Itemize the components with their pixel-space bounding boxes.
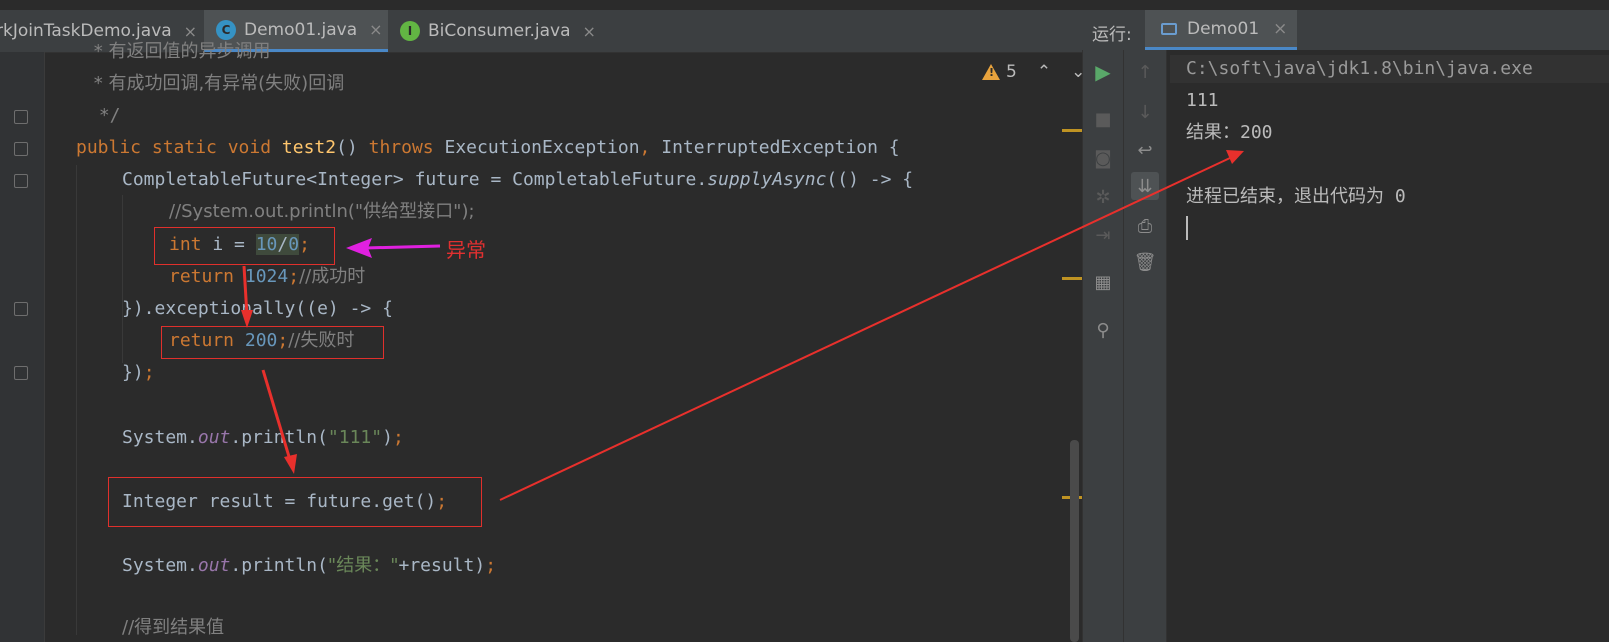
warning-icon xyxy=(982,64,1000,80)
class-c-icon: C xyxy=(216,19,236,40)
pin-icon[interactable]: ⚲ xyxy=(1091,318,1115,342)
code-line: System.out.println("111"); xyxy=(122,427,404,448)
close-icon[interactable]: × xyxy=(369,20,382,39)
indent-guide xyxy=(76,165,77,635)
inspection-widget[interactable]: 5 ⌃ ⌄ xyxy=(982,60,1085,84)
tab-label: BiConsumer.java xyxy=(428,21,571,41)
run-title: 运行: xyxy=(1092,25,1132,45)
code-line: CompletableFuture<Integer> future = Comp… xyxy=(122,169,914,190)
console-line: 结果：200 xyxy=(1186,122,1273,143)
code-line: * 有返回值的异步调用 xyxy=(88,41,271,62)
run-icon[interactable]: ▶ xyxy=(1091,60,1115,84)
code-line: }); xyxy=(122,362,155,383)
console-line: 111 xyxy=(1186,90,1219,111)
fold-marker-icon[interactable] xyxy=(14,302,28,316)
fold-marker-icon[interactable] xyxy=(14,174,28,188)
print-icon[interactable]: ⎙ xyxy=(1133,214,1157,238)
close-icon[interactable]: × xyxy=(583,22,596,41)
debug-icon[interactable]: ✲ xyxy=(1091,185,1115,209)
code-line: */ xyxy=(88,105,121,126)
scroll-to-end-icon[interactable]: ⇊ xyxy=(1131,172,1159,200)
editor-gutter[interactable] xyxy=(0,52,45,642)
tab-label: Demo01.java xyxy=(244,19,358,40)
annotation-box-exception xyxy=(154,227,335,265)
tab-label: rkJoinTaskDemo.java xyxy=(0,21,172,41)
tab-biconsumer[interactable]: I BiConsumer.java × xyxy=(390,10,602,52)
console-command: C:\soft\java\jdk1.8\bin\java.exe xyxy=(1186,58,1533,79)
annotation-box-result xyxy=(108,477,482,527)
code-editor[interactable] xyxy=(0,0,1112,642)
camera-icon[interactable]: ◙ xyxy=(1091,146,1115,170)
console-caret xyxy=(1186,216,1188,240)
down-arrow-icon[interactable]: ↓ xyxy=(1133,100,1157,124)
annotation-label: 异常 xyxy=(446,238,486,262)
tab-label: Demo01 xyxy=(1187,18,1260,39)
warning-count: 5 xyxy=(1006,62,1017,82)
login-icon[interactable]: ⇥ xyxy=(1091,223,1115,247)
up-arrow-icon[interactable]: ↑ xyxy=(1133,60,1157,84)
close-icon[interactable]: × xyxy=(1273,19,1287,39)
fold-marker-icon[interactable] xyxy=(14,110,28,124)
code-line: //得到结果值 xyxy=(122,617,225,638)
layout-icon[interactable]: ▦ xyxy=(1091,270,1115,294)
console-icon xyxy=(1161,22,1177,35)
code-line: * 有成功回调,有异常(失败)回调 xyxy=(88,73,345,94)
editor-scrollbar[interactable] xyxy=(1070,440,1079,642)
run-toolbar-secondary: ↑ ↓ ↩ ⇊ ⎙ 🗑 xyxy=(1124,50,1167,642)
annotation-box-fallback xyxy=(161,326,384,359)
console-output[interactable]: C:\soft\java\jdk1.8\bin\java.exe 111 结果：… xyxy=(1170,52,1609,642)
code-line: }).exceptionally((e) -> { xyxy=(122,298,393,319)
console-line: 进程已结束，退出代码为 0 xyxy=(1186,186,1406,207)
stop-icon[interactable]: ■ xyxy=(1091,107,1115,131)
code-line: //System.out.println("供给型接口"); xyxy=(169,201,475,222)
warning-stripe[interactable] xyxy=(1062,277,1082,280)
interface-i-icon: I xyxy=(400,21,420,41)
soft-wrap-icon[interactable]: ↩ xyxy=(1133,138,1157,162)
close-icon[interactable]: × xyxy=(184,22,197,41)
warning-stripe[interactable] xyxy=(1062,129,1082,132)
fold-marker-icon[interactable] xyxy=(14,366,28,380)
indent-guide xyxy=(122,195,123,363)
trash-icon[interactable]: 🗑 xyxy=(1133,250,1157,274)
run-toolbar-primary: ▶ ■ ◙ ✲ ⇥ ▦ ⚲ xyxy=(1083,50,1124,642)
code-line: public static void test2() throws Execut… xyxy=(76,137,900,158)
code-line: System.out.println("结果："+result); xyxy=(122,555,497,576)
tab-run-demo01[interactable]: Demo01 × xyxy=(1145,10,1297,50)
fold-marker-icon[interactable] xyxy=(14,142,28,156)
code-line: return 1024;//成功时 xyxy=(169,266,366,287)
previous-highlight-icon[interactable]: ⌃ xyxy=(1037,62,1051,82)
